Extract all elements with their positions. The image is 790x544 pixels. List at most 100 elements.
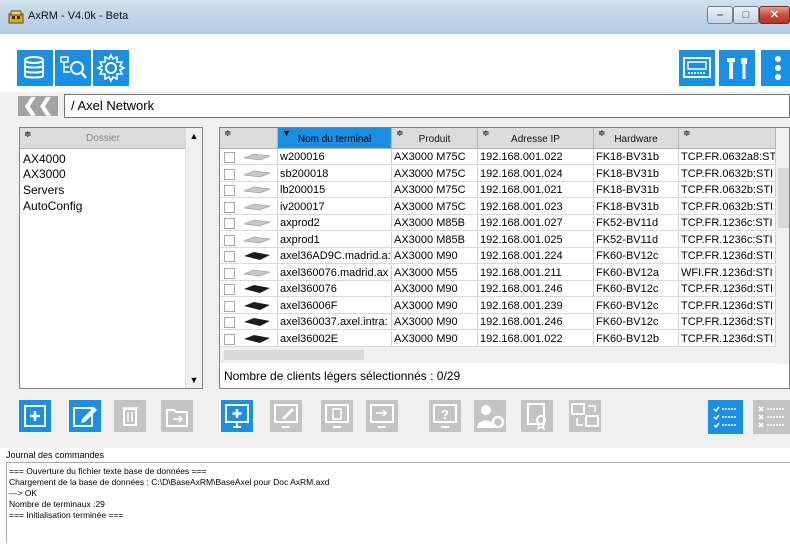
cell-firmware: TCP.FR.1236d:STI [679, 314, 776, 330]
edit-terminal-button[interactable] [270, 400, 302, 432]
database-button[interactable] [17, 50, 53, 86]
table-row[interactable]: axel36AD9C.madrid.a: AX3000 M90 192.168.00… [220, 248, 789, 265]
row-checkbox[interactable] [224, 317, 235, 328]
folder-item-servers[interactable]: Servers [23, 183, 64, 197]
row-checkbox[interactable] [224, 333, 235, 345]
row-checkbox[interactable] [224, 218, 235, 229]
table-row[interactable]: axel36002E AX3000 M90 192.168.001.022 FK60-… [220, 330, 789, 348]
row-checkbox[interactable] [224, 185, 235, 196]
tools-button[interactable] [719, 50, 755, 86]
table-header: ≑ ▼ Nom du terminal ≑ Produit ≑ Adresse … [220, 128, 789, 149]
row-checkbox[interactable] [224, 284, 235, 295]
cell-terminal-name: axel360037.axel.intra: [278, 314, 392, 330]
column-header-name[interactable]: ▼ Nom du terminal [278, 128, 392, 148]
monitor-button[interactable] [679, 50, 715, 86]
folder-item-ax4000[interactable]: AX4000 [23, 152, 66, 166]
table-row[interactable]: w200016 AX3000 M75C 192.168.001.022 FK18-BV… [220, 149, 789, 166]
row-checkbox[interactable] [224, 251, 235, 262]
main-toolbar [0, 34, 790, 92]
settings-button[interactable] [93, 50, 129, 86]
move-terminal-icon [370, 404, 394, 428]
add-folder-button[interactable] [19, 400, 51, 432]
move-folder-icon [166, 409, 188, 427]
add-terminal-button[interactable] [221, 400, 253, 432]
folder-header[interactable]: ≑ Dossier [20, 128, 186, 149]
column-header-hardware[interactable]: ≑ Hardware [594, 128, 679, 148]
column-header-product[interactable]: ≑ Produit [392, 128, 478, 148]
path-bar: ❮❮ / Axel Network [0, 92, 790, 122]
table-row[interactable]: axel360076 AX3000 M90 192.168.001.246 FK60-… [220, 281, 789, 298]
table-row[interactable]: axel360076.madrid.ax AX3000 M55 192.168.00… [220, 264, 789, 282]
cell-product: AX3000 M85B [392, 231, 478, 248]
certificate-button[interactable] [521, 400, 553, 432]
table-row[interactable]: axel360037.axel.intra: AX3000 M90 192.168.… [220, 314, 789, 331]
close-button[interactable]: ✕ [759, 6, 790, 24]
cell-product: AX3000 M90 [392, 248, 478, 264]
cell-terminal-name: lb200015 [278, 182, 392, 198]
row-checkbox[interactable] [224, 267, 235, 279]
move-folder-button[interactable] [161, 400, 193, 432]
cell-firmware: WFI.FR.1236d:STI [679, 264, 776, 281]
help-terminal-button[interactable]: ? [429, 400, 461, 432]
network-search-button[interactable] [55, 50, 91, 86]
select-all-button[interactable] [708, 400, 743, 434]
row-checkbox[interactable] [224, 234, 235, 246]
column-header-ip[interactable]: ≑ Adresse IP [478, 128, 594, 148]
folder-item-ax3000[interactable]: AX3000 [23, 167, 66, 181]
back-button[interactable]: ❮❮ [18, 96, 58, 116]
table-row[interactable]: axel36006F AX3000 M90 192.168.001.239 FK60-… [220, 297, 789, 315]
scroll-thumb[interactable] [778, 168, 789, 228]
table-row[interactable]: sb200018 AX3000 M75C 192.168.001.024 FK18-B… [220, 165, 789, 183]
add-terminal-icon [225, 404, 249, 428]
move-terminal-button[interactable] [366, 400, 398, 432]
thin-client-flat-icon [243, 153, 271, 161]
cell-select [220, 330, 278, 347]
row-checkbox[interactable] [224, 300, 235, 312]
scroll-thumb[interactable] [224, 350, 364, 360]
minimize-button[interactable]: – [707, 6, 733, 24]
table-horizontal-scrollbar[interactable] [220, 347, 776, 363]
cell-terminal-name: axprod1 [278, 231, 392, 248]
transfer-button[interactable] [569, 400, 601, 432]
thin-client-black-icon [244, 301, 270, 310]
cell-product: AX3000 M90 [392, 281, 478, 297]
user-settings-button[interactable] [474, 400, 506, 432]
edit-terminal-icon [274, 404, 298, 428]
table-row[interactable]: lb200015 AX3000 M75C 192.168.001.021 FK18-B… [220, 182, 789, 199]
delete-terminal-button[interactable] [321, 400, 353, 432]
scroll-up-icon[interactable]: ▲ [186, 128, 202, 144]
folder-item-autoconfig[interactable]: AutoConfig [23, 199, 82, 213]
journal-log[interactable]: === Ouverture du fichier texte base de d… [6, 462, 790, 543]
folder-header-label: Dossier [86, 133, 120, 144]
table-vertical-scrollbar[interactable] [776, 128, 789, 388]
cell-terminal-name: axel36AD9C.madrid.a: [278, 248, 392, 264]
cell-firmware: TCP.FR.1236d:STI [679, 281, 776, 297]
maximize-icon: □ [742, 9, 750, 21]
table-row[interactable]: axprod2 AX3000 M85B 192.168.001.027 FK52-BV… [220, 215, 789, 232]
more-menu-button[interactable] [761, 50, 790, 86]
thin-client-black-icon [244, 285, 270, 293]
folder-scrollbar[interactable]: ▲ ▼ [185, 128, 202, 388]
maximize-button[interactable]: □ [733, 6, 759, 24]
row-checkbox[interactable] [224, 168, 235, 180]
column-header-firmware[interactable]: ≑ [679, 128, 776, 148]
journal-line: Chargement de la base de données : C:\D\… [9, 477, 330, 487]
cell-terminal-name: w200016 [278, 149, 392, 165]
scroll-down-icon[interactable]: ▼ [186, 372, 202, 388]
deselect-all-button[interactable] [753, 400, 790, 434]
current-path: / Axel Network [64, 94, 790, 118]
cell-product: AX3000 M90 [392, 297, 478, 314]
cell-hardware: FK52-BV11d [594, 215, 679, 231]
svg-text:?: ? [441, 407, 449, 422]
table-row[interactable]: iv200017 AX3000 M75C 192.168.001.023 FK18-B… [220, 198, 789, 216]
delete-folder-button[interactable] [114, 400, 146, 432]
column-header-icon[interactable]: ≑ [220, 128, 278, 148]
row-checkbox[interactable] [224, 201, 235, 213]
cell-product: AX3000 M90 [392, 330, 478, 347]
table-row[interactable]: axprod1 AX3000 M85B 192.168.001.025 FK52-BV… [220, 231, 789, 249]
edit-folder-button[interactable] [69, 400, 101, 432]
row-checkbox[interactable] [224, 152, 235, 163]
cell-select [220, 165, 278, 182]
select-all-icon [713, 406, 737, 429]
cell-firmware: TCP.FR.1236d:STI [679, 297, 776, 314]
